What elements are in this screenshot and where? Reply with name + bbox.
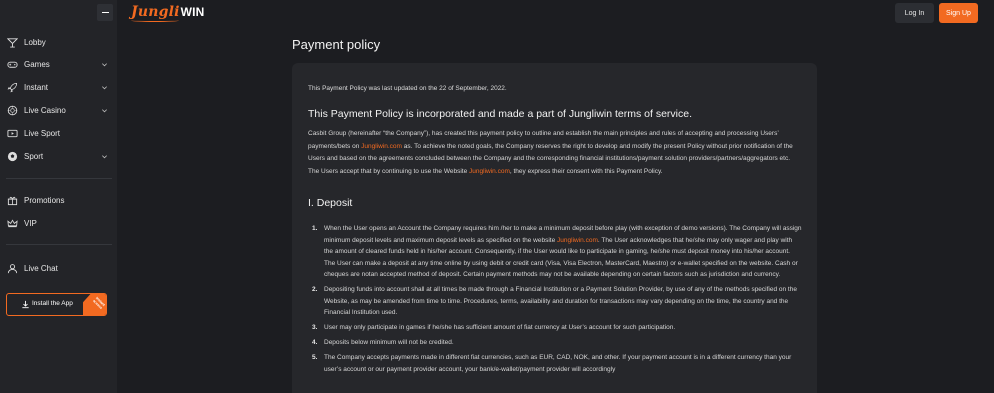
sidebar-item-sport[interactable]: Sport (0, 146, 117, 166)
sidebar-item-vip[interactable]: VIP (0, 213, 117, 233)
top-bar: JungliWIN Log In Sign Up (0, 0, 994, 28)
sidebar-divider (6, 178, 112, 179)
chevron-down-icon (102, 62, 107, 66)
list-text: Deposits below minimum will not be credi… (324, 339, 454, 346)
crown-icon (6, 217, 18, 229)
policy-heading: This Payment Policy is incorporated and … (308, 108, 693, 120)
chevron-down-icon (102, 85, 107, 89)
logo-text: Jungli (131, 4, 180, 20)
main-content: Payment policy This Payment Policy was l… (117, 28, 994, 393)
list-text: Depositing funds into account shall at a… (324, 286, 797, 316)
intro-paragraph: Casbit Group (hereinafter “the Company”)… (308, 128, 802, 178)
sidebar-divider (6, 244, 112, 245)
sidebar-item-live-sport[interactable]: Live Sport (0, 123, 117, 143)
install-app-button[interactable]: Install the App Instant access (6, 293, 107, 316)
login-button[interactable]: Log In (895, 3, 934, 23)
sidebar: Lobby Games Instant Live Casino Live Spo… (0, 0, 117, 393)
sidebar-item-label: Lobby (24, 37, 46, 47)
list-item: 4. Deposits below minimum will not be cr… (308, 337, 802, 349)
list-text: The Company accepts payments made in dif… (324, 354, 792, 373)
site-link[interactable]: Jungliwin.com (469, 168, 510, 175)
list-number: 2. (312, 286, 318, 293)
signup-button[interactable]: Sign Up (939, 3, 978, 23)
sidebar-collapse-button[interactable] (97, 4, 113, 21)
sidebar-item-label: Live Casino (24, 105, 66, 115)
sidebar-item-instant[interactable]: Instant (0, 77, 117, 97)
list-item: 1. When the User opens an Account the Co… (308, 223, 802, 281)
sidebar-item-label: Sport (24, 151, 44, 161)
sidebar-item-label: Promotions (24, 195, 65, 205)
site-link[interactable]: Jungliwin.com (557, 237, 598, 244)
site-link[interactable]: Jungliwin.com (361, 143, 402, 150)
list-item: 5. The Company accepts payments made in … (308, 352, 802, 375)
sidebar-item-live-casino[interactable]: Live Casino (0, 100, 117, 120)
sidebar-item-lobby[interactable]: Lobby (0, 32, 117, 52)
chevron-down-icon (102, 154, 107, 158)
last-updated-text: This Payment Policy was last updated on … (308, 85, 507, 92)
sidebar-item-label: Live Chat (24, 263, 58, 273)
sidebar-item-live-chat[interactable]: Live Chat (0, 258, 117, 278)
install-app-label: Install the App (32, 300, 73, 307)
list-number: 3. (312, 324, 318, 331)
list-text: User may only participate in games if he… (324, 324, 676, 331)
gamepad-icon (6, 58, 18, 70)
rocket-icon (6, 81, 18, 93)
list-number: 5. (312, 354, 318, 361)
list-number: 4. (312, 339, 318, 346)
casino-chip-icon (6, 104, 18, 116)
live-tv-icon (6, 127, 18, 139)
intro-text: , they express their consent with this P… (509, 167, 663, 175)
download-icon (22, 300, 29, 309)
headset-icon (6, 262, 18, 274)
site-logo[interactable]: JungliWIN (131, 4, 205, 22)
page-title: Payment policy (292, 37, 381, 52)
sidebar-item-games[interactable]: Games (0, 54, 117, 74)
list-item: 3. User may only participate in games if… (308, 322, 802, 334)
list-item: 2. Depositing funds into account shall a… (308, 284, 802, 319)
gift-icon (6, 194, 18, 206)
sidebar-item-promotions[interactable]: Promotions (0, 190, 117, 210)
minus-icon (101, 11, 109, 14)
sidebar-item-label: Instant (24, 82, 49, 92)
soccer-ball-icon (6, 150, 18, 162)
sidebar-item-label: VIP (24, 218, 37, 228)
logo-swoosh (131, 19, 179, 22)
sidebar-item-label: Games (24, 59, 50, 69)
deposit-list: 1. When the User opens an Account the Co… (308, 223, 802, 379)
section-title-deposit: I. Deposit (308, 197, 353, 209)
cocktail-glass-icon (6, 36, 18, 48)
sidebar-item-label: Live Sport (24, 128, 61, 138)
policy-card: This Payment Policy was last updated on … (292, 63, 817, 393)
list-number: 1. (312, 225, 318, 232)
logo-accent: WIN (180, 5, 205, 19)
chevron-down-icon (102, 108, 107, 112)
